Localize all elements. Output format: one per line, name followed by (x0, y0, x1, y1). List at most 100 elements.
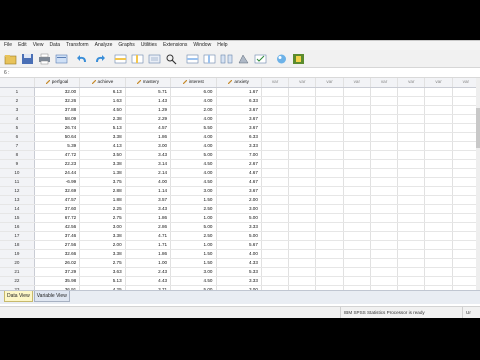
data-cell-perfgoal[interactable]: -6.99 (34, 177, 81, 187)
vertical-scrollbar[interactable] (476, 78, 480, 290)
empty-cell[interactable] (370, 195, 399, 205)
empty-cell[interactable] (288, 276, 317, 286)
empty-cell[interactable] (397, 258, 426, 268)
data-cell-mastery[interactable]: 4.71 (125, 231, 172, 241)
row-number[interactable]: 2 (0, 96, 35, 106)
menu-utilities[interactable]: Utilities (141, 41, 157, 50)
data-cell-mastery[interactable]: 5.71 (125, 87, 172, 97)
column-header-interest[interactable]: interest (170, 78, 217, 88)
empty-cell[interactable] (315, 177, 344, 187)
empty-cell[interactable] (397, 114, 426, 124)
empty-cell[interactable] (288, 105, 317, 115)
empty-cell[interactable] (343, 123, 371, 133)
data-cell-perfgoal[interactable]: 35.98 (34, 276, 81, 286)
menu-view[interactable]: View (33, 41, 44, 50)
empty-cell[interactable] (397, 222, 426, 232)
goto-variable-button[interactable] (130, 52, 145, 66)
empty-cell[interactable] (424, 105, 453, 115)
empty-column-header[interactable]: var (397, 78, 426, 88)
empty-cell[interactable] (424, 177, 453, 187)
empty-cell[interactable] (288, 132, 317, 142)
empty-cell[interactable] (315, 186, 344, 196)
data-cell-mastery[interactable]: 3.43 (125, 150, 172, 160)
empty-cell[interactable] (288, 114, 317, 124)
data-cell-mastery[interactable]: 1.86 (125, 132, 172, 142)
empty-cell[interactable] (261, 249, 290, 259)
empty-cell[interactable] (370, 213, 399, 223)
empty-cell[interactable] (397, 96, 426, 106)
data-cell-perfgoal[interactable]: 50.64 (34, 132, 81, 142)
empty-cell[interactable] (370, 231, 399, 241)
empty-cell[interactable] (397, 213, 426, 223)
empty-cell[interactable] (397, 267, 426, 277)
data-cell-achieve[interactable]: 3.38 (79, 249, 126, 259)
empty-cell[interactable] (424, 87, 453, 97)
data-cell-perfgoal[interactable]: 32.69 (34, 186, 81, 196)
empty-cell[interactable] (343, 141, 371, 151)
data-cell-anxiety[interactable]: 2.00 (216, 195, 262, 205)
empty-cell[interactable] (343, 105, 371, 115)
empty-cell[interactable] (370, 150, 399, 160)
empty-column-header[interactable]: var (315, 78, 344, 88)
data-cell-mastery[interactable]: 4.00 (125, 177, 172, 187)
empty-cell[interactable] (315, 105, 344, 115)
empty-cell[interactable] (370, 177, 399, 187)
empty-cell[interactable] (424, 150, 453, 160)
data-cell-interest[interactable]: 2.00 (170, 105, 217, 115)
data-cell-achieve[interactable]: 2.88 (79, 186, 126, 196)
empty-cell[interactable] (288, 204, 317, 214)
empty-cell[interactable] (315, 267, 344, 277)
empty-cell[interactable] (261, 222, 290, 232)
empty-cell[interactable] (288, 177, 317, 187)
empty-cell[interactable] (343, 249, 371, 259)
empty-cell[interactable] (261, 114, 290, 124)
data-cell-anxiety[interactable]: 3.67 (216, 105, 262, 115)
empty-cell[interactable] (343, 177, 371, 187)
data-cell-achieve[interactable]: 3.63 (79, 267, 126, 277)
tab-variable-view[interactable]: Variable View (33, 291, 70, 302)
empty-cell[interactable] (315, 258, 344, 268)
empty-cell[interactable] (288, 159, 317, 169)
data-cell-interest[interactable]: 2.50 (170, 231, 217, 241)
empty-cell[interactable] (261, 231, 290, 241)
empty-cell[interactable] (288, 87, 317, 97)
empty-cell[interactable] (424, 240, 453, 250)
menu-data[interactable]: Data (49, 41, 60, 50)
empty-cell[interactable] (370, 96, 399, 106)
data-cell-perfgoal[interactable]: 37.88 (34, 105, 81, 115)
empty-cell[interactable] (397, 204, 426, 214)
data-cell-anxiety[interactable]: 6.33 (216, 96, 262, 106)
empty-cell[interactable] (343, 258, 371, 268)
empty-cell[interactable] (397, 123, 426, 133)
data-cell-anxiety[interactable]: 4.33 (216, 258, 262, 268)
data-cell-perfgoal[interactable]: 37.29 (34, 267, 81, 277)
cell-reference[interactable]: 6 : (0, 68, 480, 78)
redo-button[interactable] (92, 52, 107, 66)
empty-cell[interactable] (261, 87, 290, 97)
data-cell-anxiety[interactable]: 5.00 (216, 213, 262, 223)
data-cell-achieve[interactable]: 2.25 (79, 204, 126, 214)
empty-cell[interactable] (343, 96, 371, 106)
data-cell-interest[interactable]: 3.00 (170, 186, 217, 196)
row-number[interactable]: 6 (0, 132, 35, 142)
data-cell-perfgoal[interactable]: 58.09 (34, 114, 81, 124)
row-number[interactable]: 11 (0, 177, 35, 187)
column-header-mastery[interactable]: mastery (125, 78, 172, 88)
empty-cell[interactable] (315, 222, 344, 232)
empty-cell[interactable] (288, 231, 317, 241)
empty-cell[interactable] (288, 240, 317, 250)
data-cell-anxiety[interactable]: 3.67 (216, 123, 262, 133)
data-cell-anxiety[interactable]: 3.33 (216, 222, 262, 232)
empty-cell[interactable] (261, 204, 290, 214)
empty-cell[interactable] (343, 195, 371, 205)
data-cell-perfgoal[interactable]: 5.39 (34, 141, 81, 151)
empty-cell[interactable] (261, 96, 290, 106)
data-cell-mastery[interactable]: 1.00 (125, 258, 172, 268)
empty-cell[interactable] (343, 186, 371, 196)
data-cell-mastery[interactable]: 1.71 (125, 240, 172, 250)
empty-cell[interactable] (261, 276, 290, 286)
empty-cell[interactable] (288, 96, 317, 106)
data-grid[interactable]: perfgoal achieve mastery interest anxiety var… (0, 78, 480, 290)
data-cell-mastery[interactable]: 3.00 (125, 141, 172, 151)
select-cases-button[interactable] (253, 52, 268, 66)
